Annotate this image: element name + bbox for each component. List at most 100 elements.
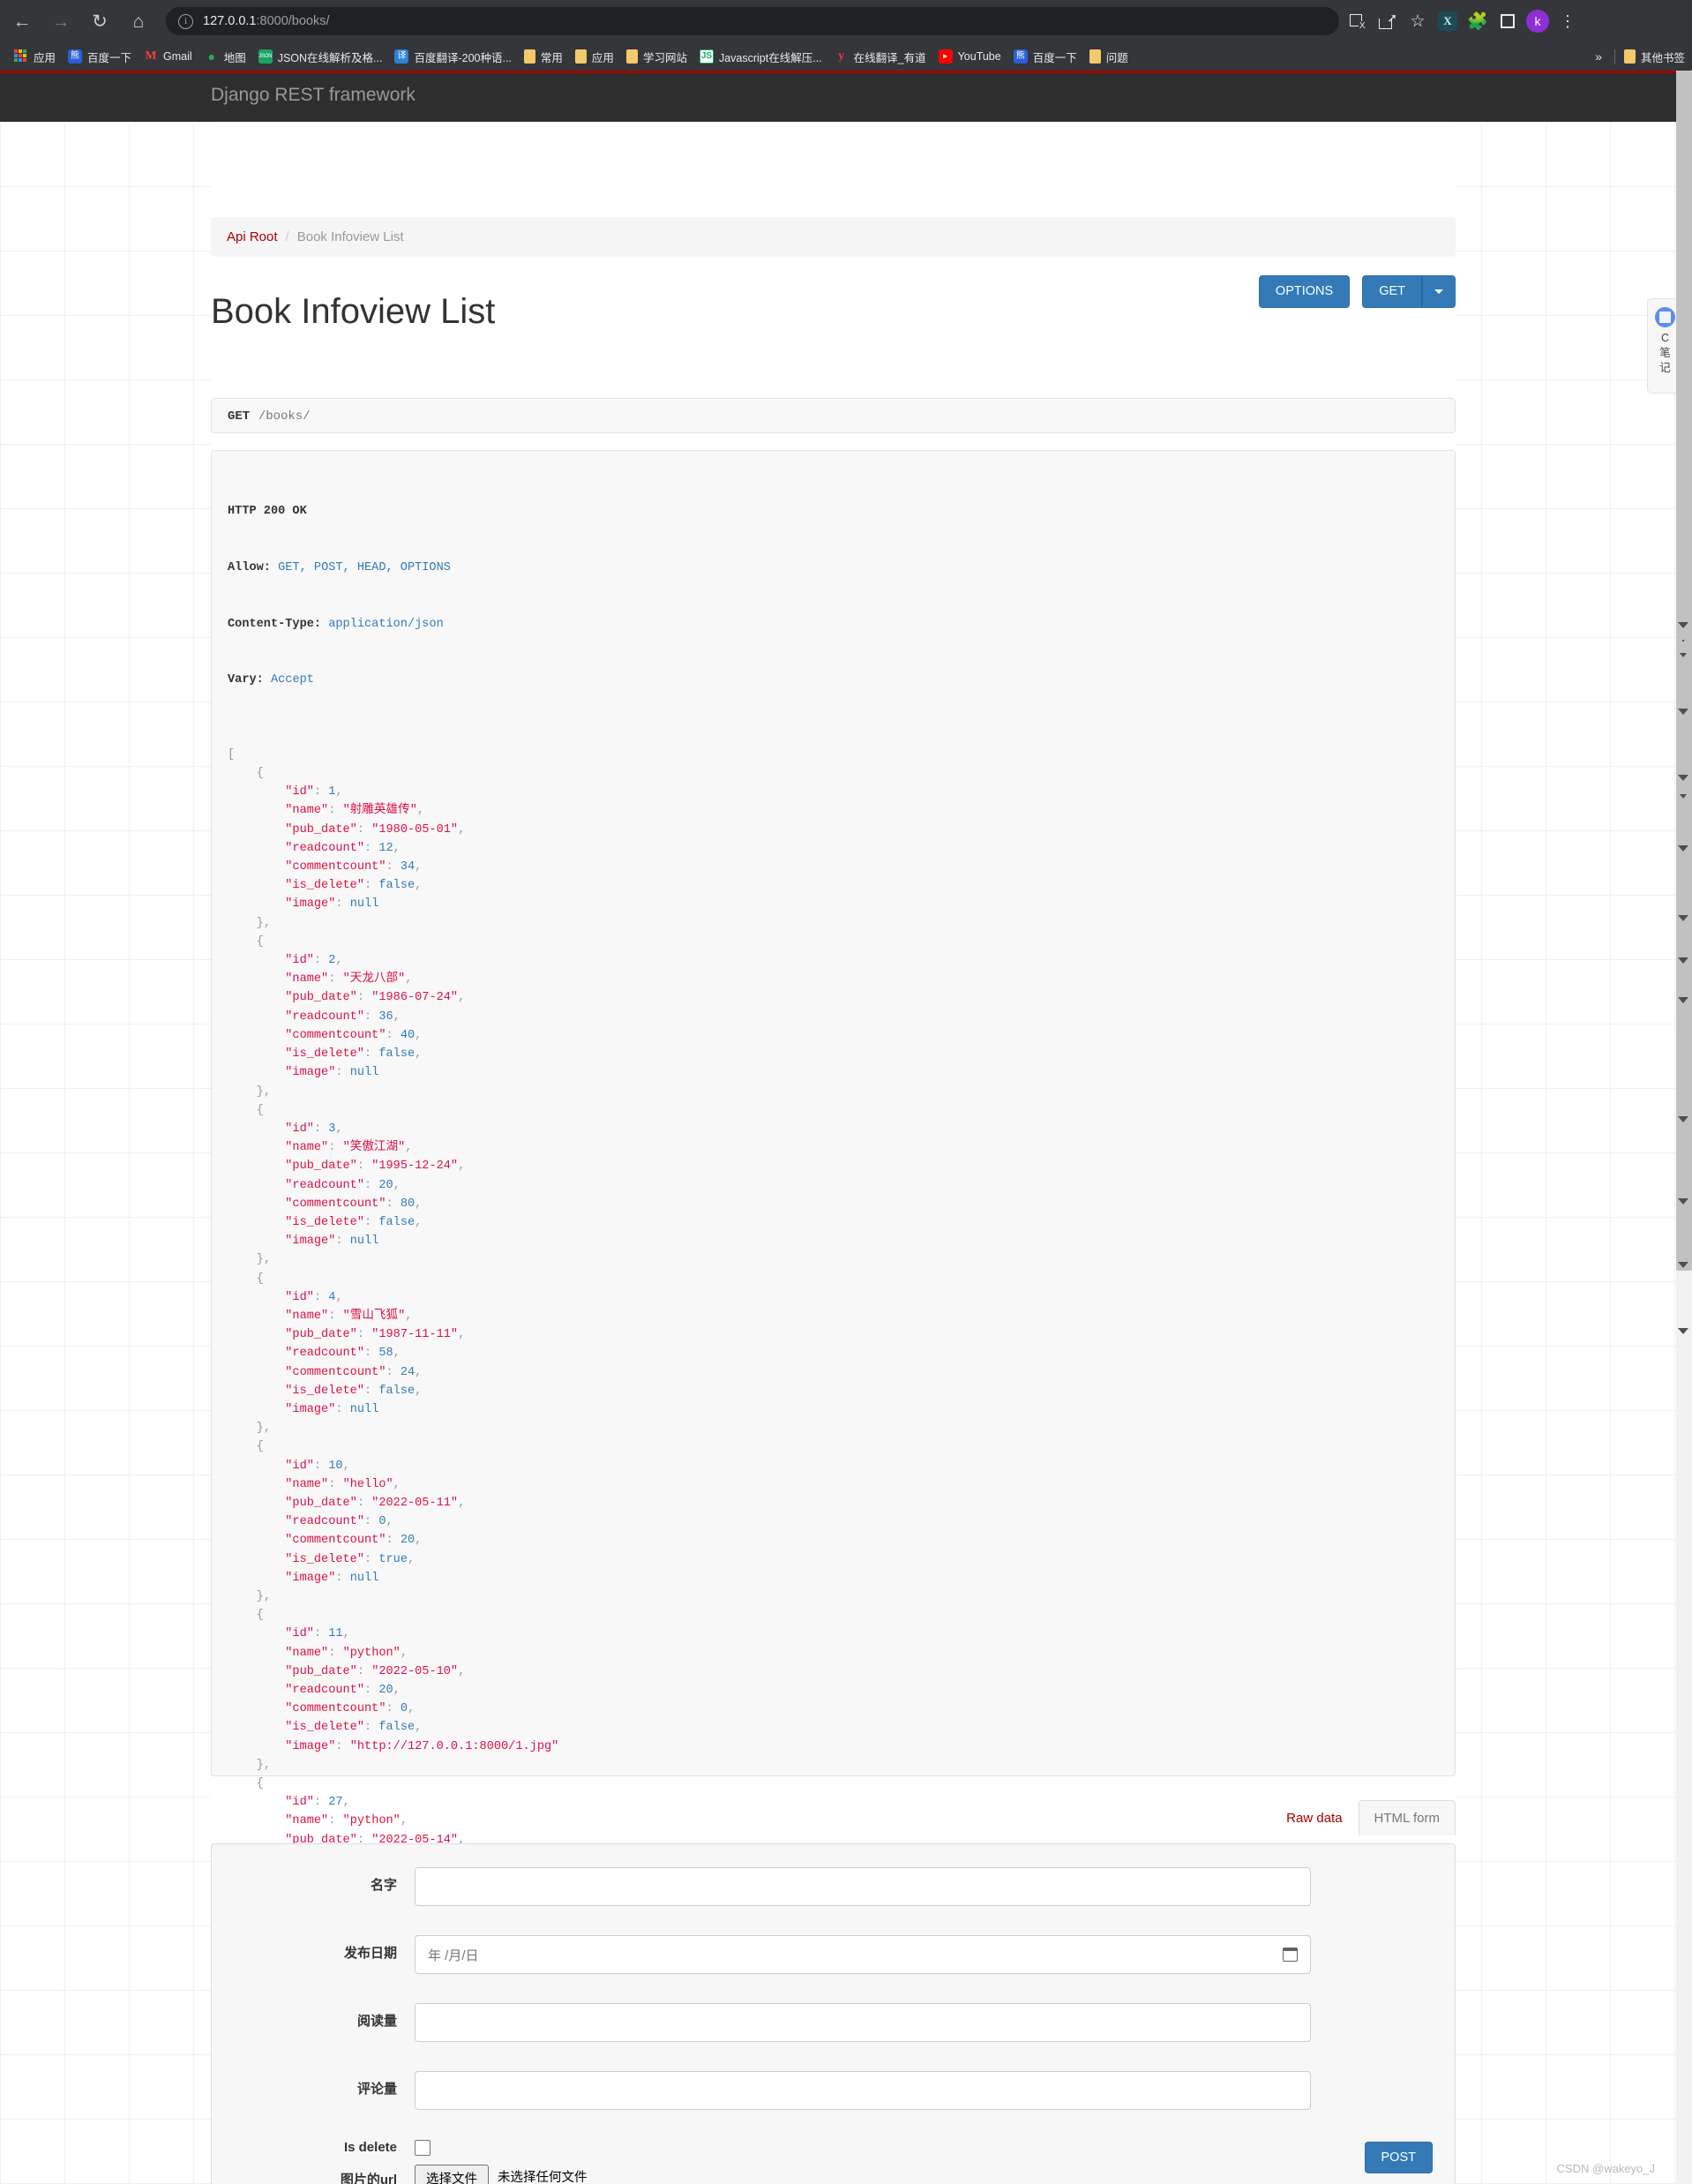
page-scrollbar[interactable] bbox=[1676, 71, 1692, 2184]
profile-avatar[interactable]: k bbox=[1523, 6, 1553, 36]
is-delete-checkbox[interactable] bbox=[415, 2140, 430, 2156]
breadcrumb-current: Book Infoview List bbox=[296, 229, 404, 244]
other-bookmarks-folder[interactable]: 其他书签 bbox=[1619, 46, 1690, 67]
folder-icon bbox=[1089, 49, 1101, 64]
form-label-image: 图片的url bbox=[340, 2173, 397, 2184]
youdao-icon: y bbox=[838, 49, 845, 63]
scrollbar-thumb[interactable] bbox=[1676, 71, 1692, 1271]
calendar-icon[interactable] bbox=[1283, 1948, 1298, 1962]
form-label-is-delete: Is delete bbox=[343, 2140, 397, 2155]
bookmark-star-icon[interactable]: ☆ bbox=[1403, 6, 1433, 36]
readcount-input[interactable] bbox=[415, 2003, 1311, 2042]
tab-html-form[interactable]: HTML form bbox=[1358, 1800, 1456, 1835]
form-row-image: 图片的url 选择文件 未选择任何文件 bbox=[212, 2162, 1456, 2184]
commentcount-input[interactable] bbox=[415, 2071, 1311, 2110]
bookmark-item[interactable]: ► YouTube bbox=[933, 46, 1007, 67]
response-header-row: Vary: Accept bbox=[228, 673, 314, 687]
find-marker bbox=[1678, 845, 1688, 852]
bookmark-item[interactable]: JSON JSON在线解析及格... bbox=[253, 46, 388, 67]
name-input[interactable] bbox=[415, 1867, 1311, 1906]
find-marker bbox=[1678, 1198, 1688, 1205]
bookmark-item[interactable]: M Gmail bbox=[139, 46, 198, 67]
post-submit-button[interactable]: POST bbox=[1364, 2141, 1433, 2173]
forward-arrow-icon[interactable]: → bbox=[44, 4, 78, 38]
pub-date-placeholder: 年 /月/日 bbox=[428, 1948, 479, 1963]
toolbar-icons: ☆ X 🧩 k ⋮ bbox=[1343, 6, 1583, 36]
baidu-fanyi-icon: 译 bbox=[394, 49, 409, 64]
page-actions: OPTIONS GET bbox=[1258, 275, 1456, 308]
share-icon[interactable] bbox=[1373, 6, 1403, 36]
page-title: Book Infoview List bbox=[211, 291, 496, 331]
find-marker bbox=[1678, 775, 1688, 781]
brand-title[interactable]: Django REST framework bbox=[211, 85, 416, 106]
bookmark-item[interactable]: 译 百度翻译-200种语... bbox=[389, 46, 516, 67]
form-label-commentcount: 评论量 bbox=[356, 2082, 397, 2097]
bookmark-label: JSON在线解析及格... bbox=[277, 51, 383, 64]
extensions-puzzle-icon[interactable]: 🧩 bbox=[1463, 6, 1493, 36]
response-panel: HTTP 200 OK Allow: GET, POST, HEAD, OPTI… bbox=[211, 450, 1456, 1959]
home-icon[interactable]: ⌂ bbox=[122, 4, 155, 38]
folder-icon bbox=[574, 49, 587, 64]
json-icon: JSON bbox=[258, 49, 273, 64]
csdn-note-widget[interactable]: C 笔 记 bbox=[1647, 298, 1676, 394]
translate-icon[interactable] bbox=[1343, 6, 1373, 36]
bookmark-label: 地图 bbox=[223, 51, 246, 64]
bookmark-item[interactable]: 学习网站 bbox=[621, 46, 693, 67]
request-info-panel: GET /books/ bbox=[211, 398, 1456, 433]
web-page: Django REST framework Api Root / Book In… bbox=[0, 71, 1676, 2184]
breadcrumb-separator: / bbox=[285, 229, 289, 244]
extension-x-icon[interactable]: X bbox=[1433, 6, 1463, 36]
bookmark-label: 学习网站 bbox=[642, 51, 687, 64]
bookmark-label: 百度一下 bbox=[1032, 51, 1077, 64]
address-bar[interactable]: i 127.0.0.1:8000/books/ bbox=[166, 7, 1339, 35]
find-marker bbox=[1678, 997, 1688, 1003]
back-arrow-icon[interactable]: ← bbox=[5, 4, 39, 38]
bookmark-item[interactable]: JS Javascript在线解压... bbox=[694, 46, 827, 67]
bookmark-label: Javascript在线解压... bbox=[718, 51, 822, 64]
tab-raw-data[interactable]: Raw data bbox=[1270, 1800, 1358, 1835]
find-marker bbox=[1678, 957, 1688, 964]
form-row-commentcount: 评论量 bbox=[212, 2071, 1456, 2110]
url-path: :8000/books/ bbox=[256, 14, 330, 28]
response-json-body: [ { "id": 1, "name": "射雕英雄传", "pub_date"… bbox=[228, 747, 559, 1959]
javascript-tool-icon: JS bbox=[699, 49, 714, 64]
breadcrumb-api-root-link[interactable]: Api Root bbox=[227, 229, 278, 244]
form-row-is-delete: Is delete bbox=[212, 2132, 1456, 2156]
browser-toolbar: ← → ↻ ⌂ i 127.0.0.1:8000/books/ ☆ X 🧩 k … bbox=[0, 0, 1692, 42]
bookmark-label: 百度一下 bbox=[87, 51, 132, 64]
bookmarks-overflow-button[interactable]: » bbox=[1586, 49, 1611, 64]
form-row-name: 名字 bbox=[212, 1867, 1456, 1906]
choose-file-button[interactable]: 选择文件 bbox=[415, 2165, 489, 2184]
form-row-readcount: 阅读量 bbox=[212, 2003, 1456, 2042]
bookmark-item[interactable]: y 在线翻译_有道 bbox=[829, 46, 932, 67]
options-button[interactable]: OPTIONS bbox=[1258, 275, 1351, 308]
url-host: 127.0.0.1 bbox=[203, 14, 257, 28]
bookmark-item[interactable]: 应用 bbox=[9, 46, 61, 67]
side-panel-icon[interactable] bbox=[1493, 6, 1523, 36]
chrome-menu-icon[interactable]: ⋮ bbox=[1553, 6, 1583, 36]
get-button[interactable]: GET bbox=[1362, 275, 1422, 308]
site-info-icon[interactable]: i bbox=[178, 13, 193, 29]
find-marker bbox=[1678, 1262, 1688, 1268]
browser-chrome: ← → ↻ ⌂ i 127.0.0.1:8000/books/ ☆ X 🧩 k … bbox=[0, 0, 1692, 71]
form-label-pub-date: 发布日期 bbox=[343, 1946, 397, 1961]
youtube-icon: ► bbox=[938, 49, 953, 64]
get-dropdown-toggle[interactable] bbox=[1422, 275, 1456, 308]
bookmark-item[interactable]: 常用 bbox=[519, 46, 568, 67]
bookmark-label: 常用 bbox=[540, 51, 563, 64]
bookmark-label: 在线翻译_有道 bbox=[853, 51, 926, 64]
bookmark-item[interactable]: 问题 bbox=[1084, 46, 1134, 67]
reload-icon[interactable]: ↻ bbox=[83, 4, 116, 38]
bookmark-item[interactable]: ● 地图 bbox=[199, 46, 251, 67]
bookmark-item[interactable]: 熊 百度一下 bbox=[63, 46, 137, 67]
get-button-group: GET bbox=[1362, 275, 1456, 308]
bookmark-label: Gmail bbox=[163, 50, 192, 63]
bookmark-item[interactable]: 熊 百度一下 bbox=[1008, 46, 1082, 67]
chevron-down-icon bbox=[1434, 289, 1443, 294]
bookmark-label: YouTube bbox=[957, 50, 1001, 63]
bookmark-item[interactable]: 应用 bbox=[570, 46, 619, 67]
request-method: GET bbox=[228, 409, 251, 424]
pub-date-input[interactable]: 年 /月/日 bbox=[415, 1935, 1311, 1974]
note-icon bbox=[1655, 307, 1675, 327]
watermark: CSDN @wakeyo_J bbox=[1556, 2162, 1655, 2175]
